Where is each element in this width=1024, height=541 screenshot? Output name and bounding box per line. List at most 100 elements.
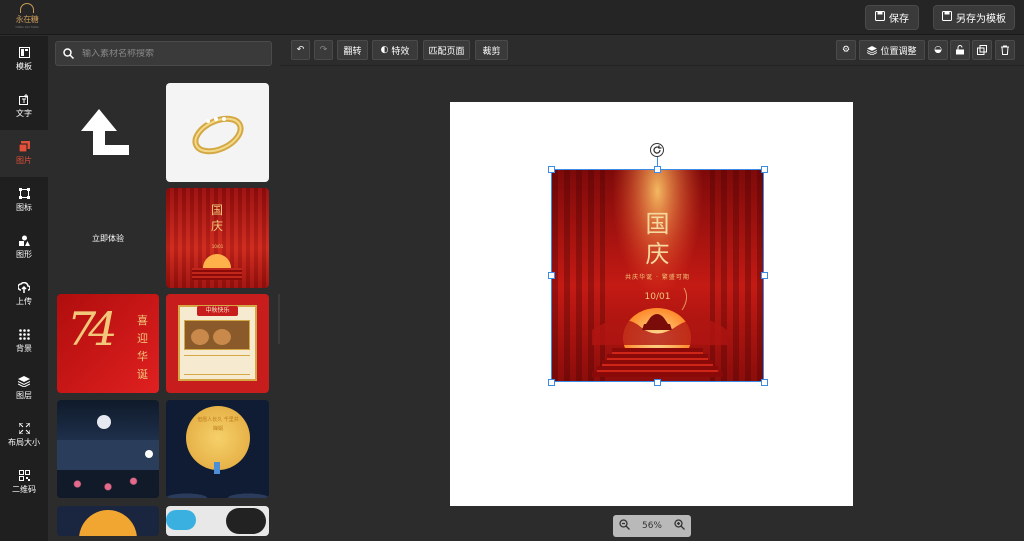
thumb-night-lake[interactable] xyxy=(57,400,159,498)
save-as-template-button[interactable]: 另存为模板 xyxy=(933,5,1015,30)
thumb-mooncake[interactable]: 中秋快乐 xyxy=(166,294,269,393)
try-now-tile[interactable]: 立即体验 xyxy=(57,83,159,243)
mooncake-image xyxy=(184,320,250,350)
thumb-74-number: 74 xyxy=(67,302,117,356)
crop-button[interactable]: 裁剪 xyxy=(475,40,508,60)
thumb-gold-ring[interactable] xyxy=(166,83,269,182)
edit-toolbar: ↶ ↷ 翻转 ◐ 特效 匹配页面 裁剪 ⚙ 位置调整 ◒ xyxy=(280,36,1024,66)
sidebar-item-template[interactable]: 模板 xyxy=(0,36,48,83)
resize-handle-bottom-right[interactable] xyxy=(761,379,768,386)
resize-handle-top-left[interactable] xyxy=(548,166,555,173)
app-logo[interactable]: 永在糖 YONG ZAI TANG xyxy=(12,3,42,31)
sidebar-item-qrcode[interactable]: 二维码 xyxy=(0,459,48,506)
dark-shape xyxy=(226,508,266,534)
redo-button[interactable]: ↷ xyxy=(314,40,333,60)
poster-title-char-2: 庆 xyxy=(645,240,670,268)
save-icon xyxy=(875,11,885,24)
logo-subtext: YONG ZAI TANG xyxy=(15,25,39,29)
thumb-abstract-partial[interactable] xyxy=(166,506,269,536)
position-adjust-label: 位置调整 xyxy=(880,46,917,57)
resize-handle-top[interactable] xyxy=(654,166,661,173)
thumb-national-day[interactable]: 国庆 10/01 xyxy=(166,188,269,288)
unlock-icon xyxy=(956,45,964,55)
upload-arrow-icon xyxy=(81,109,129,155)
duplicate-button[interactable] xyxy=(972,40,992,60)
settings-button[interactable]: ⚙ xyxy=(836,40,856,60)
gold-ring-image xyxy=(192,115,244,155)
selected-poster-image[interactable]: 国 庆 共庆华诞 · 繁盛可期 10/01 xyxy=(551,169,764,382)
poster-date: 10/01 xyxy=(644,292,671,302)
sidebar-item-shapes[interactable]: 图形 xyxy=(0,224,48,271)
lotus-flowers xyxy=(57,470,159,498)
sidebar-item-label: 布局大小 xyxy=(8,438,40,447)
undo-button[interactable]: ↶ xyxy=(291,40,310,60)
search-box[interactable] xyxy=(55,41,272,66)
thumb-moon-poem[interactable]: 但愿人长久 千里共婵娟 xyxy=(166,400,269,498)
sidebar-item-label: 上传 xyxy=(16,297,32,306)
resize-handle-bottom-left[interactable] xyxy=(548,379,555,386)
sidebar-item-label: 模板 xyxy=(16,62,32,71)
sidebar-item-label: 图层 xyxy=(16,391,32,400)
fit-page-button[interactable]: 匹配页面 xyxy=(423,40,470,60)
logo-text: 永在糖 xyxy=(15,15,39,24)
zoom-out-icon xyxy=(619,519,630,530)
flip-button[interactable]: 翻转 xyxy=(337,40,368,60)
undo-icon: ↶ xyxy=(296,45,305,55)
clouds xyxy=(166,480,269,498)
resize-handle-top-right[interactable] xyxy=(761,166,768,173)
crop-label: 裁剪 xyxy=(482,46,501,57)
sidebar-item-image[interactable]: 图片 xyxy=(0,130,48,177)
sidebar-item-background[interactable]: 背景 xyxy=(0,318,48,365)
thumb-title: 国庆 xyxy=(210,203,223,233)
resize-handle-right[interactable] xyxy=(761,272,768,279)
resize-icon xyxy=(18,423,30,434)
resize-handle-left[interactable] xyxy=(548,272,555,279)
save-button[interactable]: 保存 xyxy=(865,5,919,30)
opacity-button[interactable]: ◒ xyxy=(928,40,948,60)
sidebar-item-text[interactable]: 文字 xyxy=(0,83,48,130)
thumb-74-text: 喜迎华诞 xyxy=(137,314,148,381)
background-icon xyxy=(18,329,30,340)
save-as-template-label: 另存为模板 xyxy=(956,14,1006,25)
thumb-moon-partial[interactable] xyxy=(57,506,159,536)
lake xyxy=(57,440,159,470)
canvas-area: 国 庆 共庆华诞 · 繁盛可期 10/01 56% xyxy=(280,67,1024,541)
sidebar: 模板 文字 图片 图标 图形 上传 背景 图层 布局大小 二维码 xyxy=(0,36,48,541)
sidebar-item-layers[interactable]: 图层 xyxy=(0,365,48,412)
sidebar-item-label: 图片 xyxy=(16,156,32,165)
design-page[interactable]: 国 庆 共庆华诞 · 繁盛可期 10/01 xyxy=(450,102,853,506)
shapes-icon xyxy=(18,235,30,246)
sidebar-item-layout-size[interactable]: 布局大小 xyxy=(0,412,48,459)
sidebar-item-upload[interactable]: 上传 xyxy=(0,271,48,318)
resize-handle-bottom[interactable] xyxy=(654,379,661,386)
save-label: 保存 xyxy=(889,14,909,25)
drop-icon: ◒ xyxy=(934,45,942,55)
effects-button[interactable]: ◐ 特效 xyxy=(372,40,418,60)
asset-panel: 立即体验 国庆 10/01 74 喜迎华诞 中秋快乐 但愿人长久 千里共婵 xyxy=(48,36,279,541)
search-input[interactable] xyxy=(82,48,262,59)
sidebar-item-icons[interactable]: 图标 xyxy=(0,177,48,224)
rotate-handle[interactable] xyxy=(650,143,664,157)
save-icon xyxy=(942,11,952,24)
lock-button[interactable] xyxy=(950,40,970,60)
zoom-in-icon xyxy=(674,519,685,530)
redo-icon: ↷ xyxy=(319,45,328,55)
moon-partial xyxy=(79,510,137,536)
swing-girl xyxy=(214,462,220,474)
zoom-in-button[interactable] xyxy=(674,519,685,533)
stairs xyxy=(192,268,242,280)
sidebar-item-label: 二维码 xyxy=(12,485,36,494)
trash-icon xyxy=(1001,45,1009,55)
thumb-moon-poem-text: 但愿人长久 千里共婵娟 xyxy=(197,417,239,432)
mooncake-text-lines xyxy=(184,355,250,375)
sidebar-item-label: 图形 xyxy=(16,250,32,259)
zoom-level: 56% xyxy=(641,521,662,531)
flip-label: 翻转 xyxy=(343,46,362,57)
thumb-74-anniversary[interactable]: 74 喜迎华诞 xyxy=(57,294,159,393)
zoom-out-button[interactable] xyxy=(619,519,630,533)
search-icon xyxy=(63,48,74,59)
rotate-connector xyxy=(657,157,658,167)
delete-button[interactable] xyxy=(995,40,1015,60)
position-adjust-button[interactable]: 位置调整 xyxy=(859,40,925,60)
copy-icon xyxy=(977,45,987,55)
